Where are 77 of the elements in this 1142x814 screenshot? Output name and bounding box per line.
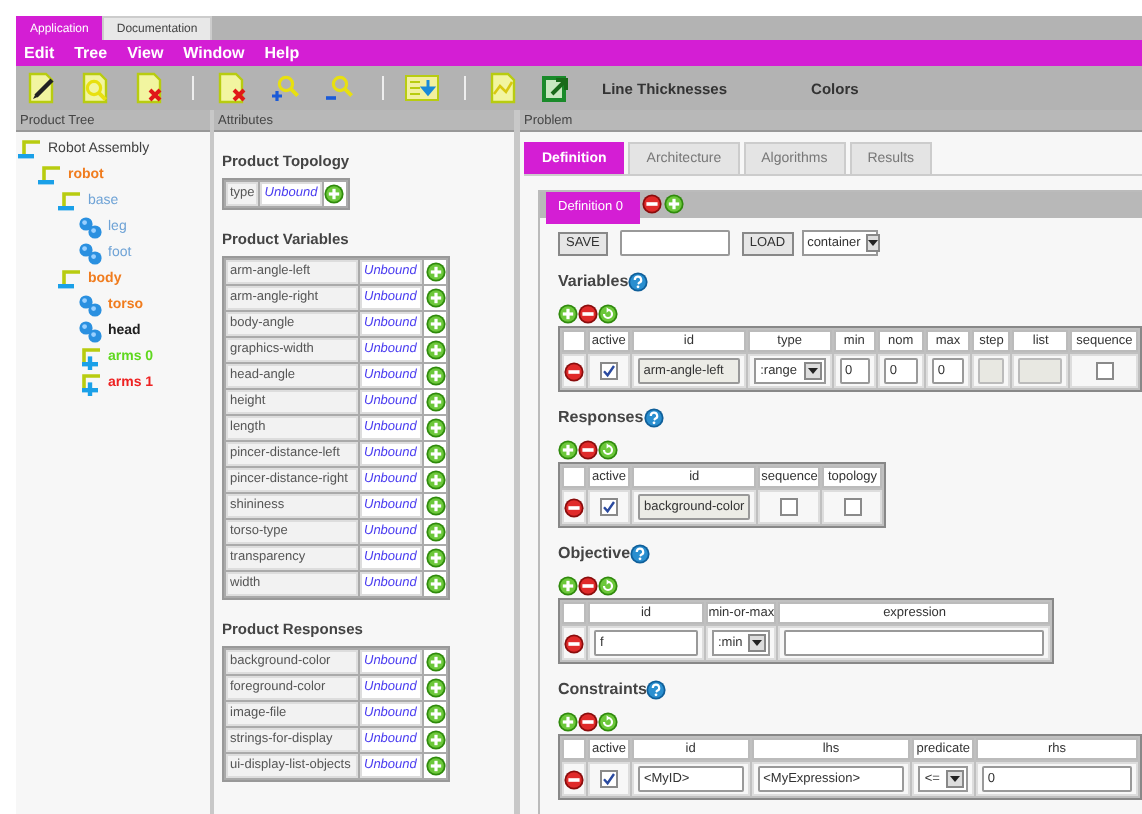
add-button[interactable] bbox=[425, 418, 445, 438]
caret-icon bbox=[752, 640, 763, 646]
section-heading: Variables bbox=[558, 272, 629, 290]
menu-item[interactable]: Edit bbox=[24, 44, 55, 62]
add-button[interactable] bbox=[425, 366, 445, 386]
input-field[interactable] bbox=[784, 630, 1045, 656]
remove-button[interactable] bbox=[564, 497, 584, 517]
node-icon bbox=[76, 214, 104, 240]
add-button[interactable] bbox=[425, 756, 445, 776]
add-button[interactable] bbox=[425, 548, 445, 568]
add-button[interactable] bbox=[425, 470, 445, 490]
collapse-icon[interactable] bbox=[36, 162, 64, 188]
node-icon bbox=[76, 292, 104, 318]
help-icon bbox=[643, 408, 664, 428]
add-button[interactable] bbox=[425, 496, 445, 516]
add-button[interactable] bbox=[425, 262, 445, 282]
refresh-button[interactable] bbox=[598, 304, 618, 324]
collapse-icon[interactable] bbox=[16, 136, 44, 162]
help-icon bbox=[628, 272, 649, 292]
remove-button[interactable] bbox=[641, 194, 662, 214]
add-button[interactable] bbox=[425, 574, 445, 594]
add-button[interactable] bbox=[425, 652, 445, 672]
collapse-icon[interactable] bbox=[56, 188, 84, 214]
remove-button[interactable] bbox=[578, 440, 598, 460]
add-button[interactable] bbox=[558, 576, 578, 596]
add-button[interactable] bbox=[558, 712, 578, 732]
refresh-button[interactable] bbox=[598, 576, 618, 596]
remove-button[interactable] bbox=[578, 576, 598, 596]
input-field[interactable] bbox=[619, 230, 730, 256]
menu-item[interactable]: Help bbox=[264, 44, 300, 62]
add-button[interactable] bbox=[558, 304, 578, 324]
checkbox[interactable] bbox=[780, 498, 799, 516]
add-button[interactable] bbox=[324, 184, 345, 204]
section-heading: Objective bbox=[558, 544, 631, 562]
remove-button[interactable] bbox=[564, 769, 584, 789]
section-heading: Constraints bbox=[558, 680, 647, 698]
menu-item[interactable]: Tree bbox=[74, 44, 108, 62]
refresh-button[interactable] bbox=[598, 440, 618, 460]
add-button[interactable] bbox=[425, 314, 445, 334]
add-button[interactable] bbox=[425, 704, 445, 724]
delete-icon[interactable] bbox=[214, 70, 250, 106]
menu-item[interactable]: Window bbox=[183, 44, 245, 62]
help-icon bbox=[646, 680, 667, 700]
zoom-out-icon[interactable] bbox=[322, 70, 358, 106]
checkbox[interactable] bbox=[600, 498, 618, 516]
add-button[interactable] bbox=[425, 678, 445, 698]
checkbox[interactable] bbox=[843, 498, 862, 516]
remove-button[interactable] bbox=[564, 361, 584, 381]
add-button[interactable] bbox=[425, 288, 445, 308]
section-heading: Responses bbox=[558, 408, 644, 426]
node-icon bbox=[76, 318, 104, 344]
checkbox[interactable] bbox=[1095, 362, 1114, 380]
add-button[interactable] bbox=[425, 522, 445, 542]
remove-button[interactable] bbox=[578, 304, 598, 324]
checkbox[interactable] bbox=[599, 362, 618, 380]
pencil-icon[interactable] bbox=[24, 70, 60, 106]
add-button[interactable] bbox=[425, 444, 445, 464]
add-button[interactable] bbox=[425, 340, 445, 360]
node-icon bbox=[76, 240, 104, 266]
add-button[interactable] bbox=[425, 730, 445, 750]
expand-icon[interactable] bbox=[76, 344, 104, 370]
add-button[interactable] bbox=[425, 392, 445, 412]
caret-icon bbox=[868, 240, 879, 246]
add-button[interactable] bbox=[558, 440, 578, 460]
remove-button[interactable] bbox=[564, 633, 584, 653]
caret-icon bbox=[807, 368, 818, 374]
menu-item[interactable]: View bbox=[127, 44, 164, 62]
refresh-button[interactable] bbox=[598, 712, 618, 732]
remove-button[interactable] bbox=[578, 712, 598, 732]
expand-icon[interactable] bbox=[76, 370, 104, 396]
collapse-icon[interactable] bbox=[56, 266, 84, 292]
help-icon bbox=[630, 544, 651, 564]
caret-icon bbox=[949, 776, 960, 782]
list-icon[interactable] bbox=[404, 70, 440, 106]
add-button[interactable] bbox=[663, 194, 684, 214]
checkbox[interactable] bbox=[599, 770, 618, 788]
zoom-in-icon[interactable] bbox=[268, 70, 304, 106]
